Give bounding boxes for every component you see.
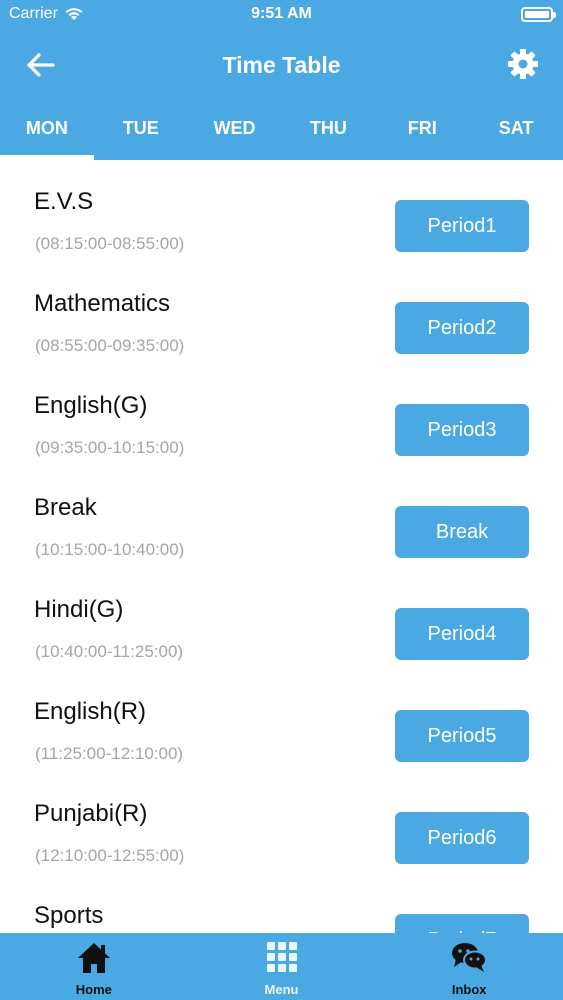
- nav-bar: Time Table: [0, 30, 563, 100]
- list-item: E.V.S (08:15:00-08:55:00) Period1: [0, 160, 563, 262]
- chat-bubbles-icon: [452, 943, 488, 972]
- home-icon: [77, 943, 110, 973]
- timetable-screen: Carrier 9:51 AM Time Table MON TUE WED T…: [0, 0, 563, 1000]
- period-button[interactable]: Period6: [395, 812, 529, 864]
- bottom-tab-label: Menu: [264, 982, 299, 997]
- list-item: Hindi(G) (10:40:00-11:25:00) Period4: [0, 568, 563, 670]
- list-item: Punjabi(R) (12:10:00-12:55:00) Period6: [0, 772, 563, 874]
- day-tabs: MON TUE WED THU FRI SAT: [0, 100, 563, 160]
- battery-icon: [521, 7, 556, 22]
- period-time: (09:35:00-10:15:00): [35, 438, 185, 457]
- list-item: Break (10:15:00-10:40:00) Break: [0, 466, 563, 568]
- bottom-tab-label: Inbox: [451, 982, 487, 997]
- period-time: (11:25:00-12:10:00): [35, 744, 184, 763]
- period-list[interactable]: E.V.S (08:15:00-08:55:00) Period1 Mathem…: [0, 160, 563, 933]
- period-button[interactable]: Period1: [395, 200, 529, 252]
- subject-name: Punjabi(R): [34, 800, 148, 827]
- break-button[interactable]: Break: [395, 506, 529, 558]
- bottom-tab-inbox[interactable]: Inbox: [375, 933, 563, 1000]
- list-item: Sports Period7: [0, 874, 563, 933]
- bottom-tab-label: Home: [75, 982, 112, 997]
- status-bar: Carrier 9:51 AM: [0, 0, 563, 30]
- list-item: Mathematics (08:55:00-09:35:00) Period2: [0, 262, 563, 364]
- tab-fri[interactable]: FRI: [375, 100, 469, 160]
- tab-sat[interactable]: SAT: [469, 100, 563, 160]
- period-button[interactable]: Period2: [395, 302, 529, 354]
- status-time: 9:51 AM: [251, 5, 312, 22]
- period-time: (12:10:00-12:55:00): [35, 846, 185, 865]
- bottom-tab-menu[interactable]: Menu: [188, 933, 376, 1000]
- period-time: (10:15:00-10:40:00): [35, 540, 185, 559]
- subject-name: Mathematics: [34, 290, 171, 317]
- list-item: English(R) (11:25:00-12:10:00) Period5: [0, 670, 563, 772]
- gear-icon[interactable]: [507, 48, 539, 80]
- period-time: (08:15:00-08:55:00): [35, 234, 185, 253]
- grid-menu-icon: [266, 942, 297, 972]
- period-button[interactable]: Period4: [395, 608, 529, 660]
- page-title: Time Table: [222, 52, 341, 78]
- period-button[interactable]: Period7: [395, 914, 529, 933]
- tab-tue[interactable]: TUE: [94, 100, 188, 160]
- bottom-tab-bar: Home Menu Inbox: [0, 933, 563, 1000]
- subject-name: Hindi(G): [34, 596, 124, 623]
- tab-thu[interactable]: THU: [281, 100, 375, 160]
- tab-mon[interactable]: MON: [0, 100, 94, 160]
- subject-name: Break: [34, 494, 97, 521]
- subject-name: English(G): [34, 392, 148, 419]
- period-time: (08:55:00-09:35:00): [35, 336, 185, 355]
- period-button[interactable]: Period5: [395, 710, 529, 762]
- subject-name: E.V.S: [34, 188, 94, 215]
- period-button[interactable]: Period3: [395, 404, 529, 456]
- period-time: (10:40:00-11:25:00): [35, 642, 184, 661]
- bottom-tab-home[interactable]: Home: [0, 933, 188, 1000]
- subject-name: English(R): [34, 698, 147, 725]
- tab-wed[interactable]: WED: [188, 100, 282, 160]
- list-item: English(G) (09:35:00-10:15:00) Period3: [0, 364, 563, 466]
- subject-name: Sports: [34, 902, 104, 929]
